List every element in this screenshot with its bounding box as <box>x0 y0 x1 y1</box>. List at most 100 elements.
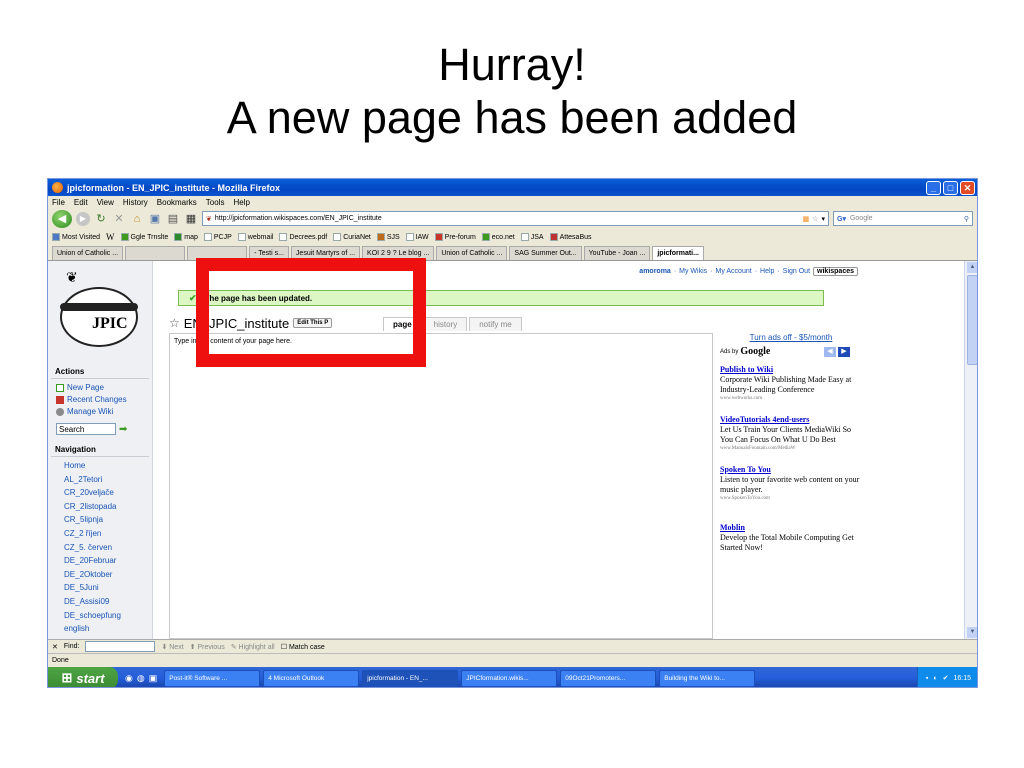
bookmark-item[interactable]: Ggle Trnslte <box>120 233 168 241</box>
tray-icon[interactable]: ◐ <box>933 675 937 682</box>
quicklaunch-icon[interactable]: ◉ <box>125 673 133 684</box>
magnifier-icon[interactable]: ⚲ <box>964 215 969 223</box>
browser-tab[interactable]: - Testi s... <box>249 246 289 260</box>
quicklaunch-icon[interactable]: ◍ <box>137 673 145 684</box>
browser-tab[interactable]: Union of Catholic ... <box>52 246 124 260</box>
nav-link[interactable]: CR_5lipnja <box>64 513 136 527</box>
url-dropdown-icon[interactable]: ▾ <box>821 215 825 223</box>
nav-link[interactable]: DE_20Februar <box>64 554 136 568</box>
bookmark-star-icon[interactable]: ☆ <box>812 215 818 223</box>
my-wikis-link[interactable]: My Wikis <box>679 268 707 275</box>
menu-bookmarks[interactable]: Bookmarks <box>157 198 197 207</box>
close-find-icon[interactable]: ✕ <box>52 643 58 651</box>
nav-link[interactable]: CR_2listopada <box>64 500 136 514</box>
wikispaces-badge[interactable]: wikispaces <box>813 266 858 276</box>
nav-link[interactable]: DE_Assisi09 <box>64 595 136 609</box>
taskbar-item[interactable]: Post-it® Software ... <box>164 669 261 687</box>
ad-item[interactable]: Publish to Wiki Corporate Wiki Publishin… <box>720 365 862 403</box>
rss-icon[interactable]: ▩ <box>803 215 810 223</box>
bookmark-item[interactable]: SJS <box>376 233 400 241</box>
menu-help[interactable]: Help <box>233 198 249 207</box>
browser-tab[interactable]: KOI 2 9 ? Le blog ... <box>362 246 435 260</box>
home-icon[interactable]: ⌂ <box>130 212 144 226</box>
find-previous-button[interactable]: ⬆ Previous <box>190 643 225 651</box>
back-icon[interactable]: ◀ <box>52 209 72 228</box>
search-go-icon[interactable]: ➡ <box>119 424 127 435</box>
close-button[interactable]: ✕ <box>960 180 975 195</box>
bookmark-item[interactable]: Pre-forum <box>434 233 476 241</box>
recent-changes-link[interactable]: Recent Changes <box>56 394 144 406</box>
nav-link[interactable]: DE_schoepfung <box>64 609 136 623</box>
page-content[interactable]: Type in the content of your page here. <box>169 333 713 639</box>
tray-icon[interactable]: ✔ <box>943 674 949 682</box>
browser-tab[interactable]: Union of Catholic ... <box>436 246 508 260</box>
search-box[interactable]: G▾ Google ⚲ <box>833 211 973 226</box>
tab-page[interactable]: page <box>383 317 422 331</box>
match-case-checkbox[interactable]: ☐ Match case <box>281 643 325 651</box>
browser-tab[interactable]: YouTube - Joan ... <box>583 246 651 260</box>
menu-file[interactable]: File <box>52 198 65 207</box>
ad-item[interactable]: VideoTutorials 4end-users Let Us Train Y… <box>720 415 862 453</box>
browser-tab-active[interactable]: jpicformati... <box>652 246 704 260</box>
nav-link[interactable]: Home <box>64 459 136 473</box>
maximize-button[interactable]: □ <box>943 180 958 195</box>
bookmark-item[interactable]: IAW <box>405 233 429 241</box>
taskbar-item[interactable]: 4 Microsoft Outlook <box>263 669 360 687</box>
reload-icon[interactable]: ↻ <box>94 212 108 226</box>
google-search-icon[interactable]: G▾ <box>837 215 846 223</box>
bookmark-item[interactable]: JSA <box>520 233 544 241</box>
star-icon[interactable]: ☆ <box>169 316 180 330</box>
nav-link[interactable]: CZ_5. červen <box>64 541 136 555</box>
scroll-up-icon[interactable]: ▲ <box>967 262 977 273</box>
browser-tab[interactable] <box>125 246 186 260</box>
bookmark-item[interactable]: eco.net <box>481 233 515 241</box>
ad-item[interactable]: Moblin Develop the Total Mobile Computin… <box>720 523 862 553</box>
edit-page-button[interactable]: Edit This P <box>293 318 333 328</box>
new-page-link[interactable]: New Page <box>56 382 144 394</box>
nav-link[interactable]: DE_2Oktober <box>64 568 136 582</box>
tab-notify[interactable]: notify me <box>469 317 522 331</box>
sign-out-link[interactable]: Sign Out <box>783 268 810 275</box>
taskbar-item-active[interactable]: jpicformation - EN_... <box>362 669 459 687</box>
screenshot-icon[interactable]: ▦ <box>184 212 198 226</box>
toolbar-extension-icon[interactable]: ▣ <box>148 212 162 226</box>
tag-icon[interactable]: ▤ <box>166 212 180 226</box>
url-bar[interactable]: ❦ http://jpicformation.wikispaces.com/EN… <box>202 211 829 226</box>
bookmark-item[interactable]: map <box>174 233 198 241</box>
forward-icon[interactable]: ▶ <box>76 211 90 226</box>
manage-wiki-link[interactable]: Manage Wiki <box>56 406 144 418</box>
ads-next-icon[interactable]: ▶ <box>838 346 850 357</box>
nav-link[interactable]: AL_2Tetori <box>64 473 136 487</box>
wiki-search-input[interactable] <box>56 423 116 435</box>
bookmark-item[interactable]: CuriaNet <box>333 233 371 241</box>
help-link[interactable]: Help <box>760 268 774 275</box>
highlight-all-button[interactable]: ✎ Highlight all <box>231 643 275 651</box>
my-account-link[interactable]: My Account <box>716 268 752 275</box>
vertical-scrollbar[interactable]: ▲ ▼ <box>964 261 977 639</box>
minimize-button[interactable]: _ <box>926 180 941 195</box>
tab-history[interactable]: history <box>423 317 468 331</box>
ads-prev-icon[interactable]: ◀ <box>824 346 836 357</box>
clock[interactable]: 16:15 <box>953 675 971 682</box>
turn-ads-off-link[interactable]: Turn ads off - $5/month <box>716 333 866 342</box>
taskbar-item[interactable]: Building the Wiki to... <box>659 669 756 687</box>
nav-link[interactable]: DE_5Juni <box>64 581 136 595</box>
taskbar-item[interactable]: 09Oct21Promoters... <box>560 669 657 687</box>
find-input[interactable] <box>85 641 156 652</box>
nav-link[interactable]: english <box>64 622 136 636</box>
nav-link[interactable]: CR_20veljače <box>64 486 136 500</box>
menu-edit[interactable]: Edit <box>74 198 88 207</box>
browser-tab[interactable]: SAG Summer Out... <box>509 246 582 260</box>
menu-history[interactable]: History <box>123 198 148 207</box>
quicklaunch-icon[interactable]: ▣ <box>149 673 158 684</box>
menu-view[interactable]: View <box>97 198 114 207</box>
taskbar-item[interactable]: JPICformation.wikis... <box>461 669 558 687</box>
bookmark-item[interactable]: PCJP <box>203 233 232 241</box>
browser-tab[interactable] <box>187 246 248 260</box>
tray-icon[interactable]: ▪ <box>926 675 928 682</box>
browser-tab[interactable]: Jesuit Martyrs of ... <box>290 246 361 260</box>
ad-item[interactable]: Spoken To You Listen to your favorite we… <box>720 465 862 503</box>
bookmark-item[interactable]: W <box>106 232 115 242</box>
bookmark-item[interactable]: AttesaBus <box>549 233 592 241</box>
bookmark-item[interactable]: webmail <box>237 233 273 241</box>
